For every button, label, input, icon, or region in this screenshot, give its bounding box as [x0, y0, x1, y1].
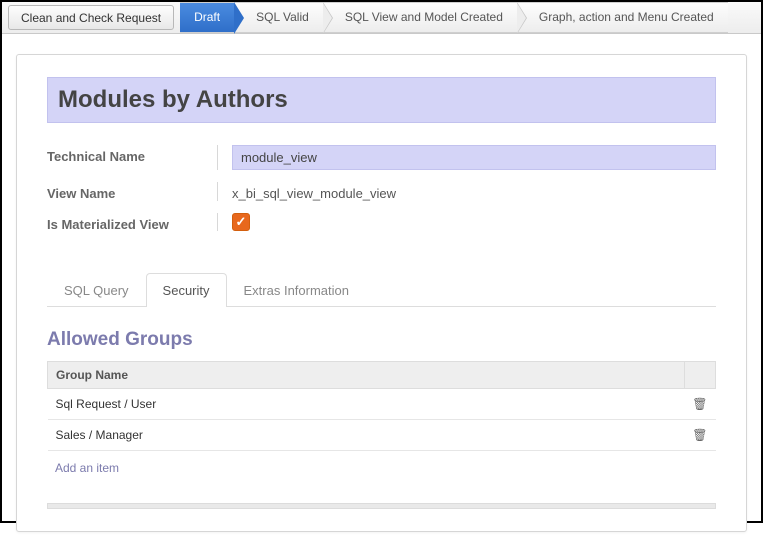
footer-divider [47, 503, 716, 509]
technical-name-input[interactable]: module_view [232, 145, 716, 170]
tab-sql-query[interactable]: SQL Query [47, 273, 146, 307]
table-row[interactable]: Sql Request / User 🗑 [48, 389, 716, 420]
trash-icon: 🗑 [692, 397, 707, 411]
add-item-link[interactable]: Add an item [47, 451, 716, 485]
technical-name-label: Technical Name [47, 145, 217, 164]
view-name-label: View Name [47, 182, 217, 201]
page-title[interactable]: Modules by Authors [47, 77, 716, 123]
delete-row-button[interactable]: 🗑 [684, 389, 715, 420]
allowed-groups-table: Group Name Sql Request / User 🗑 Sales / … [47, 361, 716, 451]
delete-row-button[interactable]: 🗑 [684, 420, 715, 451]
col-actions [684, 362, 715, 389]
col-group-name[interactable]: Group Name [48, 362, 685, 389]
allowed-groups-heading: Allowed Groups [47, 329, 716, 351]
tab-extras-information[interactable]: Extras Information [227, 273, 367, 307]
group-name-cell[interactable]: Sql Request / User [48, 389, 685, 420]
stage-draft[interactable]: Draft [180, 2, 234, 33]
trash-icon: 🗑 [692, 428, 707, 442]
view-name-value: x_bi_sql_view_module_view [232, 182, 716, 201]
stage-graph-menu-created[interactable]: Graph, action and Menu Created [517, 2, 728, 33]
table-row[interactable]: Sales / Manager 🗑 [48, 420, 716, 451]
tabs: SQL Query Security Extras Information [47, 272, 716, 307]
top-toolbar: Clean and Check Request Draft SQL Valid … [2, 2, 761, 34]
status-bar: Draft SQL Valid SQL View and Model Creat… [180, 2, 761, 33]
materialized-label: Is Materialized View [47, 213, 217, 232]
stage-sql-valid[interactable]: SQL Valid [234, 2, 323, 33]
clean-check-button[interactable]: Clean and Check Request [8, 5, 174, 30]
tab-security[interactable]: Security [146, 273, 227, 307]
form-sheet: Modules by Authors Technical Name module… [16, 54, 747, 532]
group-name-cell[interactable]: Sales / Manager [48, 420, 685, 451]
materialized-checkbox[interactable]: ✓ [232, 213, 250, 231]
stage-view-model-created[interactable]: SQL View and Model Created [323, 2, 517, 33]
